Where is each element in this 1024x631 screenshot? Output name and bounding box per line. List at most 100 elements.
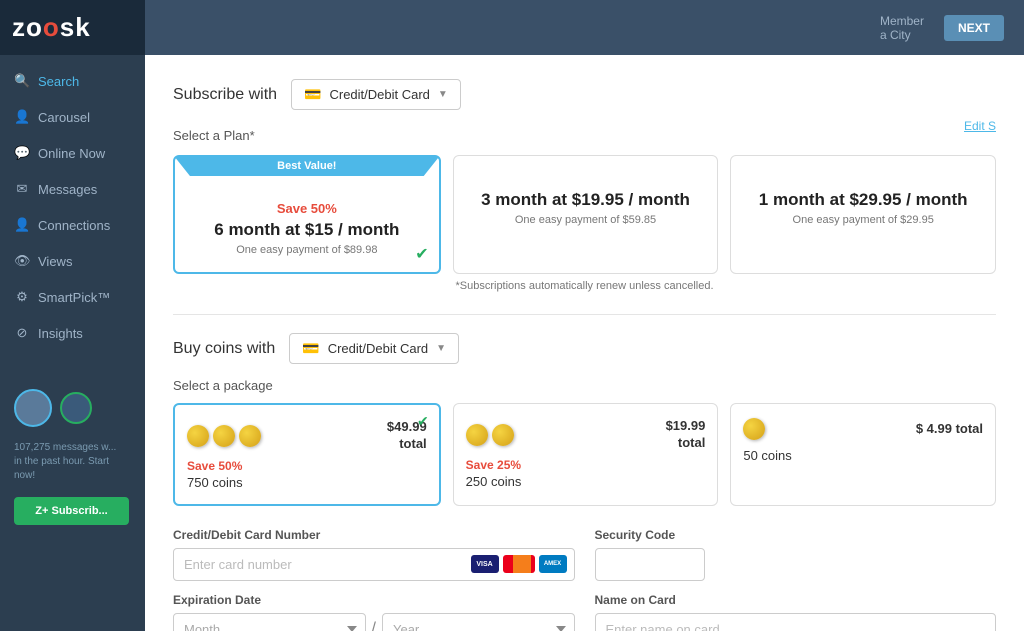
sidebar-item-online-now[interactable]: 💬 Online Now [0, 135, 145, 171]
coins-payment-method-dropdown[interactable]: 💳 Credit/Debit Card ▼ [289, 333, 459, 364]
plan-price: 6 month at $15 / month [189, 220, 425, 240]
package-section-title: Select a package [173, 378, 996, 393]
sidebar-item-search[interactable]: 🔍 Search [0, 63, 145, 99]
name-group: Name on Card [595, 593, 997, 631]
sidebar: zoosk 🔍 Search 👤 Carousel 💬 Online Now ✉… [0, 0, 145, 631]
coins-group [743, 418, 767, 440]
next-button[interactable]: NEXT [944, 15, 1004, 41]
plan-section-title: Select a Plan* [173, 128, 996, 143]
package-total: $19.99total [666, 418, 706, 452]
coins-group [187, 425, 263, 447]
connections-icon: 👤 [14, 217, 30, 233]
logo: zoosk [12, 12, 91, 43]
insights-icon: ⊘ [14, 325, 30, 341]
card-number-wrapper: VISA AMEX [173, 548, 575, 581]
year-select[interactable]: Year 2024202520262027 202820292030 [382, 613, 575, 631]
package-coins-row: $ 4.99 total [743, 418, 983, 440]
plan-subtext: One easy payment of $59.85 [468, 214, 704, 226]
chevron-down-icon: ▼ [438, 89, 448, 100]
card-icon: 💳 [304, 86, 321, 103]
subscribe-button[interactable]: Z+ Subscrib... [14, 497, 129, 525]
amex-logo: AMEX [539, 555, 567, 573]
sidebar-item-insights[interactable]: ⊘ Insights [0, 315, 145, 351]
carousel-icon: 👤 [14, 109, 30, 125]
plan-price: 3 month at $19.95 / month [468, 190, 704, 210]
subscribe-header: Subscribe with 💳 Credit/Debit Card ▼ [173, 79, 996, 110]
main-content: Member a City NEXT Edit S Subscribe with… [145, 0, 1024, 631]
top-bar: Member a City NEXT [145, 0, 1024, 55]
coin-icon [492, 424, 514, 446]
security-code-label: Security Code [595, 528, 997, 542]
sidebar-item-messages[interactable]: ✉ Messages [0, 171, 145, 207]
views-icon: 👁 [14, 253, 30, 269]
package-total: $ 4.99 total [916, 421, 983, 438]
renew-notice: *Subscriptions automatically renew unles… [173, 280, 996, 292]
logo-area: zoosk [0, 0, 145, 55]
package-coins-label: 250 coins [466, 474, 522, 489]
online-icon: 💬 [14, 145, 30, 161]
package-card-250[interactable]: $19.99total Save 25% 250 coins [453, 403, 719, 506]
package-coins-row: $19.99total [466, 418, 706, 452]
subscriber-notice: 107,275 messages w...in the past hour. S… [0, 437, 145, 487]
packages-grid: $49.99total Save 50% 750 coins ✔ $19.99t… [173, 403, 996, 506]
user-avatars [0, 379, 145, 437]
package-card-50[interactable]: $ 4.99 total 50 coins [730, 403, 996, 506]
card-logos: VISA AMEX [471, 555, 567, 573]
avatar-secondary [60, 392, 92, 424]
plan-card-3month[interactable]: 3 month at $19.95 / month One easy payme… [453, 155, 719, 274]
avatar [14, 389, 52, 427]
plan-check-icon: ✔ [415, 244, 428, 264]
subscribe-label: Subscribe with [173, 86, 277, 104]
package-coins-row: $49.99total [187, 419, 427, 453]
plan-subtext: One easy payment of $29.95 [745, 214, 981, 226]
card-number-label: Credit/Debit Card Number [173, 528, 575, 542]
buy-coins-label: Buy coins with [173, 340, 275, 358]
sidebar-nav: 🔍 Search 👤 Carousel 💬 Online Now ✉ Messa… [0, 55, 145, 359]
name-input[interactable] [595, 613, 997, 631]
chevron-down-icon-coins: ▼ [436, 343, 446, 354]
sidebar-item-smartpick[interactable]: ⚙ SmartPick™ [0, 279, 145, 315]
coin-icon [187, 425, 209, 447]
name-label: Name on Card [595, 593, 997, 607]
sidebar-item-connections[interactable]: 👤 Connections [0, 207, 145, 243]
mastercard-logo [503, 555, 535, 573]
card-form: Credit/Debit Card Number VISA AMEX Expir… [173, 528, 996, 631]
buy-coins-header: Buy coins with 💳 Credit/Debit Card ▼ [173, 333, 996, 364]
member-text: Member a City [880, 14, 924, 42]
form-group-right: Security Code Name on Card [595, 528, 997, 631]
plan-subtext: One easy payment of $89.98 [189, 244, 425, 256]
plan-card-6month[interactable]: Best Value! Save 50% 6 month at $15 / mo… [173, 155, 441, 274]
plan-price: 1 month at $29.95 / month [745, 190, 981, 210]
sidebar-item-views[interactable]: 👁 Views [0, 243, 145, 279]
edit-link[interactable]: Edit S [964, 119, 996, 133]
coin-icon [239, 425, 261, 447]
visa-logo: VISA [471, 555, 499, 573]
messages-icon: ✉ [14, 181, 30, 197]
package-save: Save 50% [187, 459, 242, 473]
coin-icon [213, 425, 235, 447]
expiry-separator: / [372, 620, 376, 631]
expiry-row: Month 01020304 05060708 09101112 / Year … [173, 613, 575, 631]
coin-icon [466, 424, 488, 446]
expiry-label: Expiration Date [173, 593, 575, 607]
payment-method-dropdown[interactable]: 💳 Credit/Debit Card ▼ [291, 79, 461, 110]
smartpick-icon: ⚙ [14, 289, 30, 305]
package-save: Save 25% [466, 458, 521, 472]
package-check-icon: ✔ [417, 413, 429, 430]
sidebar-item-carousel[interactable]: 👤 Carousel [0, 99, 145, 135]
card-icon-coins: 💳 [302, 340, 319, 357]
plans-grid: Best Value! Save 50% 6 month at $15 / mo… [173, 155, 996, 274]
month-select[interactable]: Month 01020304 05060708 09101112 [173, 613, 366, 631]
form-group-left: Credit/Debit Card Number VISA AMEX Expir… [173, 528, 575, 631]
coin-icon [743, 418, 765, 440]
plan-save: Save 50% [189, 201, 425, 216]
plan-card-1month[interactable]: 1 month at $29.95 / month One easy payme… [730, 155, 996, 274]
coins-group [466, 424, 516, 446]
edit-link-area: Edit S [964, 117, 996, 135]
security-code-input[interactable] [595, 548, 705, 581]
package-coins-label: 50 coins [743, 448, 791, 463]
package-coins-label: 750 coins [187, 475, 243, 490]
search-icon: 🔍 [14, 73, 30, 89]
divider [173, 314, 996, 315]
package-card-750[interactable]: $49.99total Save 50% 750 coins ✔ [173, 403, 441, 506]
